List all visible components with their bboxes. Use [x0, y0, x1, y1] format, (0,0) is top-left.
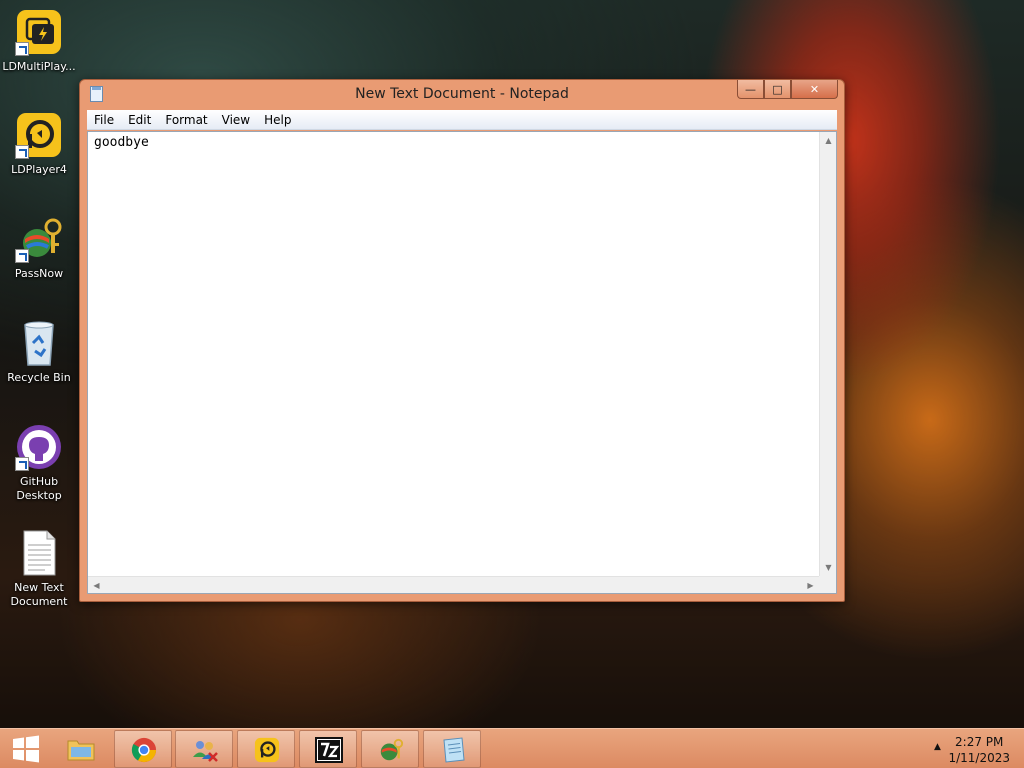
- text-document-icon: [15, 529, 63, 577]
- desktop-icon-label: LDMultiPlay...: [2, 60, 76, 73]
- horizontal-scrollbar[interactable]: ◀ ▶: [88, 576, 819, 593]
- desktop-icon-label: LDPlayer4: [11, 163, 67, 176]
- scroll-right-icon[interactable]: ▶: [802, 577, 819, 594]
- github-desktop-icon: [15, 423, 63, 471]
- menu-edit[interactable]: Edit: [121, 110, 158, 130]
- taskbar-file-explorer[interactable]: [52, 730, 110, 768]
- desktop-icon-ldmultiplayer[interactable]: LDMultiPlay...: [0, 8, 78, 74]
- clock-time: 2:27 PM: [955, 735, 1004, 749]
- scroll-up-icon[interactable]: ▲: [820, 132, 837, 149]
- scroll-left-icon[interactable]: ◀: [88, 577, 105, 594]
- maximize-button[interactable]: □: [764, 80, 791, 99]
- taskbar-notepad[interactable]: [423, 730, 481, 768]
- desktop-icon-new-text-document[interactable]: New Text Document: [0, 529, 78, 609]
- taskbar: ▲ 2:27 PM 1/11/2023: [0, 728, 1024, 768]
- desktop-icon-recycle-bin[interactable]: Recycle Bin: [0, 319, 78, 385]
- clock-date: 1/11/2023: [948, 751, 1010, 765]
- users-icon: [193, 741, 218, 762]
- text-editor-area[interactable]: goodbye ▲ ▼ ◀ ▶: [87, 131, 837, 594]
- scroll-down-icon[interactable]: ▼: [820, 559, 837, 576]
- desktop-icon-ldplayer4[interactable]: LDPlayer4: [0, 111, 78, 177]
- window-title: New Text Document - Notepad: [355, 86, 569, 102]
- menu-help[interactable]: Help: [257, 110, 298, 130]
- taskbar-passnow[interactable]: [361, 730, 419, 768]
- taskbar-users-app[interactable]: [175, 730, 233, 768]
- taskbar-7zip[interactable]: [299, 730, 357, 768]
- menu-bar: File Edit Format View Help: [87, 110, 837, 130]
- desktop-icon-github-desktop[interactable]: GitHub Desktop: [0, 423, 78, 503]
- title-bar[interactable]: New Text Document - Notepad — □ ✕: [80, 80, 844, 108]
- windows-logo-icon: [13, 735, 39, 763]
- recycle-bin-icon: [15, 319, 63, 367]
- notepad-icon: [443, 737, 465, 763]
- start-button[interactable]: [4, 729, 48, 768]
- minimize-button[interactable]: —: [737, 80, 764, 99]
- minimize-icon: —: [745, 82, 756, 96]
- taskbar-ldplayer[interactable]: [237, 730, 295, 768]
- chrome-icon: [131, 737, 157, 763]
- ldplayer-icon: [15, 111, 63, 159]
- desktop-icon-label: GitHub Desktop: [16, 475, 62, 502]
- menu-file[interactable]: File: [87, 110, 121, 130]
- notepad-window[interactable]: New Text Document - Notepad — □ ✕ File E…: [79, 79, 845, 602]
- vertical-scrollbar[interactable]: ▲ ▼: [819, 132, 836, 576]
- maximize-icon: □: [772, 82, 783, 96]
- show-hidden-icons-icon[interactable]: ▲: [934, 742, 941, 752]
- menu-view[interactable]: View: [215, 110, 257, 130]
- menu-format[interactable]: Format: [158, 110, 214, 130]
- passnow-icon: [380, 738, 404, 761]
- folder-icon: [67, 740, 95, 761]
- desktop-icon-passnow[interactable]: PassNow: [0, 215, 78, 281]
- system-tray: ▲ 2:27 PM 1/11/2023: [914, 729, 1024, 768]
- scrollbar-corner: [819, 576, 836, 593]
- ldmultiplayer-icon: [15, 8, 63, 56]
- taskbar-chrome[interactable]: [114, 730, 172, 768]
- close-button[interactable]: ✕: [791, 80, 838, 99]
- desktop-icon-label: PassNow: [14, 267, 64, 280]
- passnow-icon: [15, 215, 63, 263]
- desktop-icon-label: Recycle Bin: [7, 371, 71, 384]
- ldplayer-icon: [254, 737, 280, 763]
- clock[interactable]: 2:27 PM 1/11/2023: [948, 734, 1010, 766]
- desktop-icon-label: New Text Document: [10, 581, 68, 608]
- document-content[interactable]: goodbye: [94, 135, 149, 150]
- 7zip-icon: [315, 737, 343, 763]
- close-icon: ✕: [809, 82, 820, 96]
